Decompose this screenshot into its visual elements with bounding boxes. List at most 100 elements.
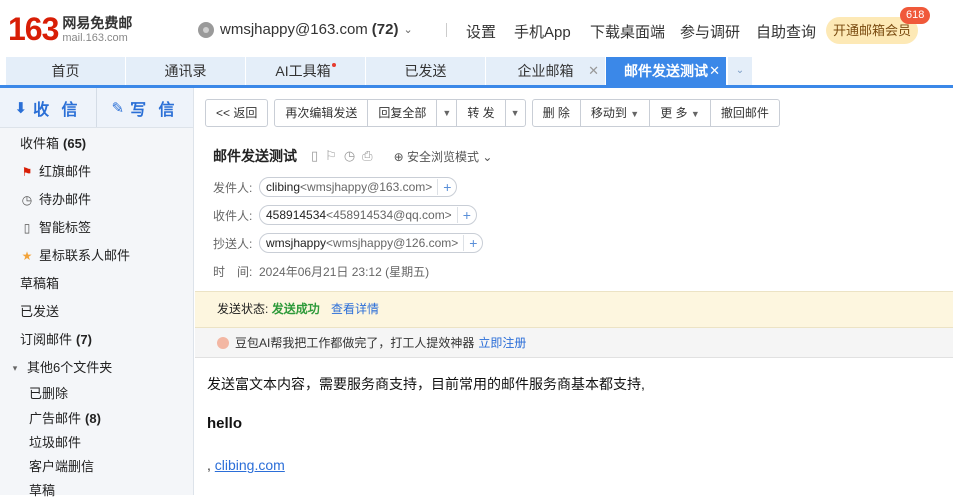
sidebar-item-smart-tags[interactable]: ▯ 智能标签 [0,214,193,242]
view-details-link[interactable]: 查看详情 [331,302,379,316]
sidebar-item-subscribed[interactable]: 订阅邮件 (7) [0,326,193,354]
tab-contacts[interactable]: 通讯录 [126,57,246,85]
safe-browse-toggle[interactable]: ⊕ 安全浏览模式 ⌄ [394,148,493,165]
sidebar-item-label: 其他6个文件夹 [27,360,113,375]
sidebar-item-label: 广告邮件 [29,411,82,426]
back-button[interactable]: << 返回 [206,100,267,126]
to-label: 收件人: [213,208,253,223]
receive-mail-button[interactable]: ⬇ 收 信 [0,88,97,127]
sidebar-item-label: 已发送 [20,304,60,319]
logo-number: 163 [8,11,59,47]
compose-label: 写 信 [130,101,179,119]
tab-enterprise-mail[interactable]: 企业邮箱 ✕ [486,57,606,85]
cc-label: 抄送人: [213,236,253,251]
sidebar-item-label: 智能标签 [39,220,92,235]
chevron-down-icon: ▾ [12,363,18,373]
sidebar-item-label: 垃圾邮件 [29,435,82,450]
cc-name: wmsjhappy [266,236,327,250]
delete-button[interactable]: 删 除 [533,100,581,126]
sidebar-item-drafts[interactable]: 草稿箱 [0,270,193,298]
recall-button[interactable]: 撤回邮件 [711,100,779,126]
tab-mail-send-test[interactable]: 邮件发送测试 ✕ [606,57,727,85]
chevron-down-icon[interactable]: ▼ [437,100,458,126]
tab-sent[interactable]: 已发送 [366,57,486,85]
sidebar-item-star-contacts[interactable]: ★ 星标联系人邮件 [0,242,193,270]
add-contact-icon[interactable]: + [463,235,477,251]
sidebar-item-ads[interactable]: 广告邮件 (8) [0,406,193,431]
tab-label: 首页 [51,63,80,79]
flag-icon[interactable]: ⚐ [325,148,337,164]
divider [446,23,447,37]
recipient-email: <458914534@qq.com> [326,208,452,222]
unread-count: (8) [85,411,101,426]
logo[interactable]: 163 网易免费邮 mail.163.com [8,12,132,46]
ai-promo-banner: 豆包AI帮我把工作都做完了，打工人提效神器 立即注册 [195,328,953,358]
add-contact-icon[interactable]: + [456,207,471,223]
to-row: 收件人: 458914534 <458914534@qq.com> + [213,205,477,225]
sidebar-item-deleted[interactable]: 已删除 [0,382,193,406]
sidebar-item-label: 订阅邮件 [20,332,73,347]
from-label: 发件人: [213,180,253,195]
sidebar-item-label: 客户端删信 [29,459,95,474]
notification-dot [331,63,336,67]
nav-settings[interactable]: 设置 [466,21,496,42]
sidebar-item-drafts-cut[interactable]: 草稿 [0,479,193,503]
recipient-chip[interactable]: 458914534 <458914534@qq.com> + [259,205,477,225]
sidebar-item-spam[interactable]: 垃圾邮件 [0,431,193,455]
tab-ai-toolbox[interactable]: AI工具箱 [246,57,366,85]
sidebar: ⬇ 收 信 ✎ 写 信 收件箱 (65) ⚑ 红旗邮件 ◷ 待办邮件 ▯ 智能标签 ★ 星标联… [0,88,194,498]
reedit-send-button[interactable]: 再次编辑发送 [275,100,369,126]
chevron-down-icon: ▼ [630,109,640,119]
chevron-down-icon[interactable]: ▼ [506,100,525,126]
tab-home[interactable]: 首页 [6,57,126,85]
close-icon[interactable]: ✕ [709,57,720,85]
mail-body-heading: hello [207,415,243,432]
tab-label: AI工具箱 [275,63,331,79]
reply-all-button[interactable]: 回复全部 [368,100,438,126]
promo-badge: 618 [900,7,931,24]
account-switcher[interactable]: wmsjhappy@163.com (72) ⌄ [198,21,413,38]
tab-label: 企业邮箱 [517,63,574,79]
sidebar-item-label: 收件箱 [20,136,60,151]
close-icon[interactable]: ✕ [588,57,599,85]
more-button[interactable]: 更 多 ▼ [650,100,711,126]
add-contact-icon[interactable]: + [437,179,451,195]
tab-label: 邮件发送测试 [624,63,708,79]
sidebar-item-label: 待办邮件 [39,192,92,207]
nav-mobile-app[interactable]: 手机App [514,21,571,42]
time-label: 时 间: [213,264,253,279]
nav-self-service[interactable]: 自助查询 [756,21,816,42]
sidebar-item-flagged[interactable]: ⚑ 红旗邮件 [0,158,193,186]
sidebar-item-todo[interactable]: ◷ 待办邮件 [0,186,193,214]
sidebar-item-other-folders[interactable]: ▾ 其他6个文件夹 [0,354,193,382]
body-link[interactable]: clibing.com [215,457,285,473]
time-row: 时 间: 2024年06月21日 23:12 (星期五) [213,261,429,281]
tab-label: 已发送 [404,63,447,79]
flag-icon: ⚑ [21,165,33,179]
mail-body-link-line: , clibing.com [207,457,285,473]
register-link[interactable]: 立即注册 [478,336,526,350]
sidebar-item-client-deleted[interactable]: 客户端删信 [0,455,193,479]
clock-icon[interactable]: ◷ [344,148,355,164]
mail-reader: << 返回 再次编辑发送 回复全部 ▼ 转 发 ▼ 删 除 移动到 ▼ 更 多 … [195,88,953,495]
compose-mail-button[interactable]: ✎ 写 信 [97,88,193,127]
nav-survey[interactable]: 参与调研 [680,21,740,42]
forward-button[interactable]: 转 发 [457,100,506,126]
bookmark-icon[interactable]: ▯ [311,148,318,164]
unread-count: (7) [76,332,92,347]
send-status-bar: 发送状态: 发送成功 查看详情 [195,291,953,328]
cc-chip[interactable]: wmsjhappy <wmsjhappy@126.com> + [259,233,484,253]
print-icon[interactable]: ⎙ [362,148,372,164]
sender-chip[interactable]: clibing <wmsjhappy@163.com> + [259,177,458,197]
sidebar-item-label: 已删除 [29,386,69,401]
sidebar-item-label: 草稿箱 [20,276,60,291]
nav-download-desktop[interactable]: 下载桌面端 [590,21,665,42]
tab-overflow-button[interactable]: ⌄ [728,57,752,85]
move-to-button[interactable]: 移动到 ▼ [581,100,651,126]
sidebar-item-sent[interactable]: 已发送 [0,298,193,326]
more-label: 更 多 [660,106,688,120]
sidebar-item-inbox[interactable]: 收件箱 (65) [0,130,193,158]
tab-bar: 首页 通讯录 AI工具箱 已发送 企业邮箱 ✕ 邮件发送测试 ✕ ⌄ [0,57,953,88]
logo-name: 网易免费邮 [62,15,133,31]
sent-time: 2024年06月21日 23:12 (星期五) [259,264,430,279]
